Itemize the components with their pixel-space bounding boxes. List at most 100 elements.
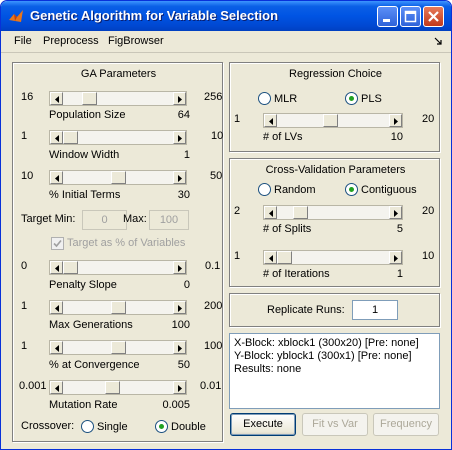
slider-thumb[interactable] bbox=[63, 131, 78, 144]
slider-thumb[interactable] bbox=[293, 206, 308, 219]
slider-left-arrow[interactable] bbox=[264, 206, 277, 219]
arrow-right-icon bbox=[394, 210, 398, 217]
iterations-value: 1 bbox=[396, 268, 403, 280]
target-min-label: Target Min: bbox=[21, 213, 76, 225]
penalty-slope-max: 0.1 bbox=[205, 260, 221, 272]
title-bar[interactable]: Genetic Algorithm for Variable Selection bbox=[1, 1, 451, 31]
execute-button[interactable]: Execute bbox=[230, 413, 296, 436]
slider-thumb[interactable] bbox=[277, 251, 292, 264]
slider-thumb[interactable] bbox=[82, 92, 97, 105]
random-radio[interactable] bbox=[258, 183, 271, 196]
random-label: Random bbox=[274, 184, 316, 196]
slider-right-arrow[interactable] bbox=[173, 301, 186, 314]
arrow-left-icon bbox=[269, 255, 273, 262]
slider-left-arrow[interactable] bbox=[50, 92, 63, 105]
arrow-left-icon bbox=[269, 210, 273, 217]
slider-thumb[interactable] bbox=[111, 171, 126, 184]
y-block-info: Y-Block: yblock1 (300x1) [Pre: none] bbox=[234, 350, 412, 362]
initial-terms-min: 10 bbox=[21, 170, 34, 182]
iterations-slider[interactable] bbox=[263, 250, 403, 265]
arrow-left-icon bbox=[269, 118, 273, 125]
slider-right-arrow[interactable] bbox=[173, 92, 186, 105]
iterations-label: # of Iterations bbox=[263, 268, 330, 280]
contiguous-radio[interactable] bbox=[345, 183, 358, 196]
slider-right-arrow[interactable] bbox=[173, 131, 186, 144]
menu-file[interactable]: File bbox=[14, 35, 32, 47]
target-pct-label: Target as % of Variables bbox=[67, 237, 186, 249]
population-size-value: 64 bbox=[177, 109, 190, 121]
max-generations-value: 100 bbox=[171, 319, 190, 331]
menu-preprocess[interactable]: Preprocess bbox=[43, 35, 99, 47]
replicate-runs-field[interactable]: 1 bbox=[352, 300, 398, 320]
slider-thumb[interactable] bbox=[323, 114, 338, 127]
matlab-app-icon bbox=[9, 10, 23, 22]
maximize-button[interactable] bbox=[400, 6, 421, 27]
slider-left-arrow[interactable] bbox=[50, 261, 63, 274]
slider-right-arrow[interactable] bbox=[173, 381, 186, 394]
initial-terms-slider[interactable] bbox=[49, 170, 187, 185]
target-max-field[interactable]: 100 bbox=[149, 210, 189, 230]
slider-right-arrow[interactable] bbox=[389, 206, 402, 219]
minimize-icon bbox=[383, 19, 390, 22]
slider-right-arrow[interactable] bbox=[389, 251, 402, 264]
max-generations-slider[interactable] bbox=[49, 300, 187, 315]
arrow-left-icon bbox=[55, 175, 59, 182]
target-max-label: Max: bbox=[123, 213, 147, 225]
window-width-slider[interactable] bbox=[49, 130, 187, 145]
initial-terms-value: 30 bbox=[177, 189, 190, 201]
slider-thumb[interactable] bbox=[105, 381, 120, 394]
mlr-radio[interactable] bbox=[258, 92, 271, 105]
ga-parameters-panel: GA Parameters 16 256 Population Size 64 … bbox=[12, 62, 223, 442]
slider-left-arrow[interactable] bbox=[50, 131, 63, 144]
splits-slider[interactable] bbox=[263, 205, 403, 220]
slider-right-arrow[interactable] bbox=[173, 341, 186, 354]
arrow-left-icon bbox=[55, 135, 59, 142]
slider-right-arrow[interactable] bbox=[389, 114, 402, 127]
fit-vs-var-button[interactable]: Fit vs Var bbox=[302, 413, 368, 436]
crossover-double-label: Double bbox=[171, 421, 206, 433]
arrow-right-icon bbox=[178, 385, 182, 392]
population-size-slider[interactable] bbox=[49, 91, 187, 106]
close-button[interactable] bbox=[423, 6, 444, 27]
pls-radio[interactable] bbox=[345, 92, 358, 105]
slider-left-arrow[interactable] bbox=[50, 381, 63, 394]
data-info-listbox[interactable]: X-Block: xblock1 (300x20) [Pre: none] Y-… bbox=[229, 333, 440, 409]
slider-left-arrow[interactable] bbox=[264, 251, 277, 264]
window-width-min: 1 bbox=[21, 130, 28, 142]
arrow-right-icon bbox=[178, 345, 182, 352]
mutation-rate-label: Mutation Rate bbox=[49, 399, 118, 411]
slider-left-arrow[interactable] bbox=[50, 171, 63, 184]
slider-thumb[interactable] bbox=[63, 261, 78, 274]
arrow-left-icon bbox=[55, 265, 59, 272]
target-pct-checkbox[interactable] bbox=[51, 237, 64, 250]
frequency-button[interactable]: Frequency bbox=[373, 413, 439, 436]
slider-right-arrow[interactable] bbox=[173, 261, 186, 274]
slider-thumb[interactable] bbox=[111, 301, 126, 314]
slider-right-arrow[interactable] bbox=[173, 171, 186, 184]
dock-arrow-icon[interactable] bbox=[433, 36, 443, 46]
mlr-label: MLR bbox=[274, 93, 298, 105]
penalty-slope-slider[interactable] bbox=[49, 260, 187, 275]
replicate-runs-panel: Replicate Runs: 1 bbox=[229, 293, 440, 327]
results-info: Results: none bbox=[234, 363, 302, 375]
slider-left-arrow[interactable] bbox=[50, 341, 63, 354]
crossover-double-radio[interactable] bbox=[155, 420, 168, 433]
splits-value: 5 bbox=[396, 223, 403, 235]
slider-thumb[interactable] bbox=[111, 341, 126, 354]
slider-left-arrow[interactable] bbox=[264, 114, 277, 127]
regression-choice-panel: Regression Choice MLR PLS 1 20 # of LVs … bbox=[229, 62, 440, 152]
lvs-slider[interactable] bbox=[263, 113, 403, 128]
crossover-single-radio[interactable] bbox=[81, 420, 94, 433]
menu-figbrowser[interactable]: FigBrowser bbox=[108, 35, 164, 47]
convergence-slider[interactable] bbox=[49, 340, 187, 355]
replicate-runs-label: Replicate Runs: bbox=[267, 304, 345, 316]
target-min-field[interactable]: 0 bbox=[82, 210, 127, 230]
population-size-min: 16 bbox=[21, 91, 34, 103]
minimize-button[interactable] bbox=[377, 6, 398, 27]
penalty-slope-value: 0 bbox=[183, 279, 190, 291]
mutation-rate-slider[interactable] bbox=[49, 380, 187, 395]
lvs-max: 20 bbox=[422, 113, 435, 125]
slider-left-arrow[interactable] bbox=[50, 301, 63, 314]
initial-terms-label: % Initial Terms bbox=[49, 189, 121, 201]
x-block-info: X-Block: xblock1 (300x20) [Pre: none] bbox=[234, 337, 419, 349]
